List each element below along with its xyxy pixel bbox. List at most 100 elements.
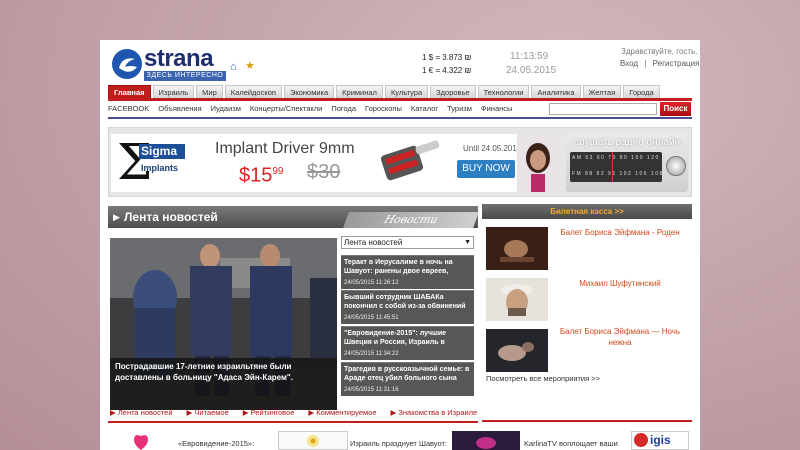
igis-mark-icon bbox=[634, 433, 648, 447]
greeting: Здравствуйте, гость. bbox=[621, 47, 698, 56]
ballet-night-photo bbox=[486, 329, 548, 372]
nav-tab-analytics[interactable]: Аналитика bbox=[531, 85, 581, 98]
ticket-image[interactable] bbox=[486, 227, 548, 270]
nav-tab-economy[interactable]: Экономика bbox=[283, 85, 335, 98]
ad-woman-photo bbox=[517, 134, 559, 192]
nav-tab-yellow[interactable]: Желтая bbox=[582, 85, 622, 98]
nav-tab-health[interactable]: Здоровье bbox=[430, 85, 476, 98]
nav-tab-kaleidoscope[interactable]: Калейдоскоп bbox=[224, 85, 282, 98]
ad-price-cents: 99 bbox=[272, 166, 284, 177]
news-feed-select-value: Лента новостей bbox=[344, 238, 403, 247]
news-item[interactable]: Теракт в Иерусалиме в ночь на Шавуот: ра… bbox=[341, 255, 474, 289]
nav-tab-cities[interactable]: Города bbox=[623, 85, 660, 98]
ad-price: $1599 bbox=[239, 161, 284, 187]
ad-buy-button[interactable]: BUY NOW bbox=[457, 160, 515, 178]
shavuot-image[interactable] bbox=[278, 431, 348, 450]
karlina-tv-image[interactable] bbox=[452, 431, 520, 450]
news-feed-header: ▶ Лента новостей Новости bbox=[108, 206, 479, 228]
news-item[interactable]: Трагедия в русскоязычной семье: в Араде … bbox=[341, 362, 474, 396]
news-feed-title: Лента новостей bbox=[124, 210, 218, 224]
photo-caption[interactable]: Пострадавшие 17-летние израильтяне были … bbox=[115, 361, 333, 383]
bottom-item-shavuot[interactable]: Израиль празднует Шавуот: bbox=[350, 439, 447, 449]
radio-title: слушать радио онлайн bbox=[573, 137, 681, 148]
ticket-office-header[interactable]: Билетная касса >> bbox=[482, 204, 692, 219]
subnav-tourism[interactable]: Туризм bbox=[447, 102, 472, 115]
subnav-judaism[interactable]: Иудаизм bbox=[211, 102, 241, 115]
news-item-title: Бывший сотрудник ШАБАКа покончил с собой… bbox=[344, 294, 466, 310]
login-link[interactable]: Вход bbox=[620, 59, 638, 68]
home-icon[interactable]: ⌂ bbox=[230, 61, 237, 73]
subnav-facebook[interactable]: FACEBOOK bbox=[108, 102, 149, 115]
sigma-implants-ad[interactable]: Σ Sigma Implants Implant Driver 9mm $159… bbox=[111, 134, 559, 192]
nav-tab-technology[interactable]: Технологии bbox=[477, 85, 530, 98]
news-item-date: 24/05/2015 11:34:22 bbox=[344, 351, 399, 357]
nav-tab-world[interactable]: Мир bbox=[196, 85, 223, 98]
sub-nav-underline bbox=[108, 117, 692, 119]
radio-scale: AM 53 60 70 80 100 120 140 170 FM 88 92 … bbox=[570, 152, 690, 182]
igis-logo[interactable]: igis bbox=[631, 431, 689, 450]
search-input[interactable] bbox=[549, 103, 657, 115]
news-item[interactable]: "Евровидение-2015": лучшие Швеция и Росс… bbox=[341, 326, 474, 360]
dropdown-arrow-icon: ▼ bbox=[464, 239, 471, 246]
star-icon[interactable]: ★ bbox=[245, 60, 255, 72]
photo-caption-box: Пострадавшие 17-летние израильтяне были … bbox=[110, 358, 337, 410]
news-item-date: 24/05/2015 11:26:12 bbox=[344, 280, 399, 286]
ad-title: Implant Driver 9mm bbox=[215, 140, 355, 157]
bottom-item-karlina[interactable]: KarlinaTV воплощает ваши bbox=[524, 439, 618, 449]
ticket-title[interactable]: Балет Бориса Эйфмана — Ночь нежна bbox=[552, 326, 688, 348]
link-most-read[interactable]: ▶ Читаемое bbox=[187, 406, 229, 420]
news-item[interactable]: Бывший сотрудник ШАБАКа покончил с собой… bbox=[341, 290, 474, 324]
see-all-events-link[interactable]: Посмотреть все мероприятия >> bbox=[486, 374, 600, 383]
banner-area: Σ Sigma Implants Implant Driver 9mm $159… bbox=[108, 127, 692, 197]
ticket-image[interactable] bbox=[486, 329, 548, 372]
rate-usd: 1 $ = 3.873 ₪ bbox=[422, 53, 472, 62]
tickets-bottom-divider bbox=[482, 420, 692, 422]
ad-old-price: $30 bbox=[307, 161, 341, 183]
news-bottom-divider bbox=[108, 421, 478, 423]
ticket-title[interactable]: Балет Бориса Эйфмана - Роден bbox=[552, 227, 688, 238]
news-item-title: "Евровидение-2015": лучшие Швеция и Росс… bbox=[344, 330, 447, 346]
nav-tab-home[interactable]: Главная bbox=[108, 85, 151, 98]
rate-eur: 1 € = 4.322 ₪ bbox=[422, 66, 472, 75]
news-item-title: Трагедия в русскоязычной семье: в Араде … bbox=[344, 366, 470, 382]
main-nav: Главная Израиль Мир Калейдоскоп Экономик… bbox=[108, 85, 692, 98]
ad-price-main: $15 bbox=[239, 164, 273, 187]
radio-knob-icon[interactable] bbox=[666, 156, 686, 176]
ad-until: Until 24.05.2015 bbox=[463, 144, 522, 153]
nav-tab-israel[interactable]: Израиль bbox=[152, 85, 195, 98]
news-featured-photo[interactable]: Пострадавшие 17-летние израильтяне были … bbox=[110, 238, 337, 410]
link-dating[interactable]: ▶ Знакомства в Израиле bbox=[391, 406, 478, 420]
news-feed-select[interactable]: Лента новостей ▼ bbox=[341, 236, 474, 249]
ticket-image[interactable] bbox=[486, 278, 548, 321]
ticket-title[interactable]: Михаил Шуфутинский bbox=[552, 278, 688, 289]
subnav-finance[interactable]: Финансы bbox=[481, 102, 513, 115]
eurovision-logo[interactable] bbox=[108, 431, 174, 450]
ballet-photo bbox=[486, 227, 548, 270]
radio-needle bbox=[612, 152, 613, 182]
radio-online-widget[interactable]: слушать радио онлайн AM 53 60 70 80 100 … bbox=[566, 134, 690, 192]
register-link[interactable]: Регистрация bbox=[653, 59, 700, 68]
link-most-commented[interactable]: ▶ Комментируемое bbox=[308, 406, 376, 420]
link-news-feed[interactable]: ▶ Лента новостей bbox=[110, 406, 173, 420]
news-item-date: 24/05/2015 11:45:51 bbox=[344, 315, 399, 321]
site-logo[interactable]: strana ЗДЕСЬ ИНТЕРЕСНО bbox=[110, 46, 228, 82]
subnav-catalog[interactable]: Каталог bbox=[411, 102, 438, 115]
link-top-rated[interactable]: ▶ Рейтинговое bbox=[243, 406, 295, 420]
nav-tab-crime[interactable]: Криминал bbox=[336, 85, 383, 98]
heart-icon bbox=[108, 431, 174, 450]
nav-tab-culture[interactable]: Культура bbox=[384, 85, 429, 98]
news-bottom-links: ▶ Лента новостей ▶ Читаемое ▶ Рейтингово… bbox=[110, 406, 477, 420]
news-stamp: Новости bbox=[343, 212, 479, 228]
subnav-concerts[interactable]: Концерты/Спектакли bbox=[250, 102, 322, 115]
subnav-ads[interactable]: Объявления bbox=[158, 102, 201, 115]
subnav-horoscopes[interactable]: Гороскопы bbox=[365, 102, 402, 115]
logo-swirl-icon bbox=[112, 49, 142, 79]
bottom-item-eurovision[interactable]: «Евровидение-2015»: bbox=[178, 439, 254, 449]
search-button[interactable]: Поиск bbox=[660, 102, 691, 116]
flower-icon bbox=[279, 432, 347, 449]
subnav-weather[interactable]: Погода bbox=[331, 102, 356, 115]
stage-photo bbox=[452, 431, 520, 450]
sigma-brand: Sigma bbox=[139, 144, 185, 159]
radio-scale-fm: FM 88 92 96 102 106 108 bbox=[572, 171, 664, 177]
sigma-sub: Implants bbox=[141, 163, 179, 173]
